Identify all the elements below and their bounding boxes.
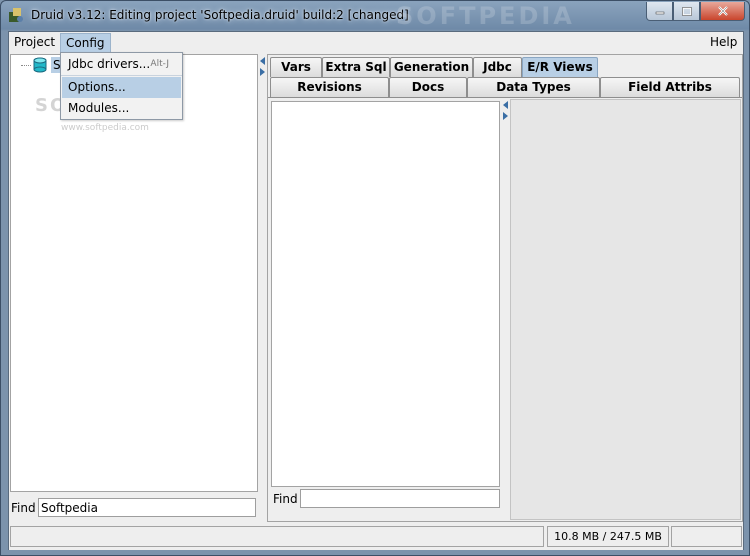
tab-vars[interactable]: Vars (270, 57, 322, 77)
tab-generation[interactable]: Generation (390, 57, 473, 77)
menu-item-label: Options... (68, 80, 126, 94)
menu-item-modules[interactable]: Modules... (62, 98, 181, 119)
tab-extra-sql[interactable]: Extra Sql (322, 57, 390, 77)
tab-er-views[interactable]: E/R Views (522, 57, 598, 77)
close-button[interactable] (700, 2, 745, 21)
menu-item-label: Modules... (68, 101, 130, 115)
database-icon (33, 57, 47, 73)
menu-item-jdbc-drivers[interactable]: Jdbc drivers... Alt-J (62, 54, 181, 75)
tree-watermark-url: www.softpedia.com (61, 123, 149, 133)
menu-bar: Project Config Help (9, 32, 743, 54)
editor-panel: Vars Extra Sql Generation Jdbc E/R Views… (267, 54, 743, 522)
menu-item-label: Jdbc drivers... (68, 57, 151, 71)
tab-row-bottom: Revisions Docs Data Types Field Attribs (268, 77, 742, 97)
expand-right-icon (503, 112, 508, 120)
window-title: Druid v3.12: Editing project 'Softpedia.… (31, 8, 409, 22)
status-extra (671, 526, 742, 547)
tab-revisions[interactable]: Revisions (270, 77, 389, 97)
left-find-row: Find (9, 498, 258, 520)
left-find-label: Find (11, 501, 36, 515)
menu-item-options[interactable]: Options... (62, 77, 181, 98)
minimize-button[interactable] (646, 2, 673, 21)
title-bar[interactable]: Druid v3.12: Editing project 'Softpedia.… (1, 1, 750, 30)
tab-jdbc[interactable]: Jdbc (473, 57, 522, 77)
druid-app-icon (9, 8, 23, 22)
tab-field-attribs[interactable]: Field Attribs (600, 77, 740, 97)
title-watermark: SOFTPEDIA (396, 2, 575, 30)
tab-data-types[interactable]: Data Types (467, 77, 600, 97)
minimize-icon (655, 11, 664, 15)
collapse-left-icon (503, 101, 508, 109)
maximize-button[interactable] (673, 2, 700, 21)
config-menu-dropdown: Jdbc drivers... Alt-J Options... Modules… (60, 52, 183, 120)
right-find-row: Find (271, 489, 500, 511)
right-find-input[interactable] (300, 489, 500, 508)
main-splitter[interactable] (259, 54, 267, 522)
tab-content-area: Find (268, 97, 742, 521)
tab-docs[interactable]: Docs (389, 77, 467, 97)
view-detail-pane (510, 99, 741, 520)
tab-row-top: Vars Extra Sql Generation Jdbc E/R Views (268, 57, 742, 77)
right-find-label: Find (273, 492, 298, 506)
window-controls (646, 2, 745, 21)
memory-usage: 10.8 MB / 247.5 MB (547, 526, 669, 547)
inner-splitter[interactable] (501, 98, 510, 522)
menu-help[interactable]: Help (705, 33, 742, 53)
menu-project[interactable]: Project (9, 33, 60, 53)
menu-item-shortcut: Alt-J (150, 59, 169, 69)
app-window: Druid v3.12: Editing project 'Softpedia.… (0, 0, 750, 556)
tree-connector (21, 65, 31, 66)
expand-right-icon (260, 68, 265, 76)
close-icon (717, 6, 728, 16)
status-bar: 10.8 MB / 247.5 MB (9, 524, 743, 550)
menu-config[interactable]: Config (60, 33, 111, 53)
maximize-icon (681, 6, 692, 16)
menu-separator (61, 75, 182, 76)
left-find-input[interactable] (38, 498, 256, 517)
collapse-left-icon (260, 57, 265, 65)
views-list[interactable] (271, 101, 500, 487)
status-message (10, 526, 544, 547)
